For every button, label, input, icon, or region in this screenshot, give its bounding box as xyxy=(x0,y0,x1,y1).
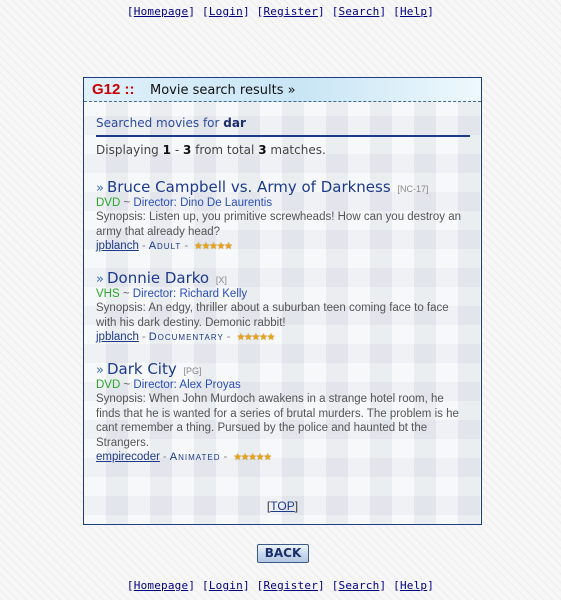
movie-genre: Adult xyxy=(148,240,182,252)
nav-login-link[interactable]: Login xyxy=(209,5,243,18)
nav-homepage-link[interactable]: Homepage xyxy=(134,5,189,18)
count-mid: from total xyxy=(195,143,255,157)
user-link[interactable]: empirecoder xyxy=(96,451,160,463)
director-label: Director: xyxy=(132,288,177,300)
movie-genre: Documentary xyxy=(148,331,224,343)
movie-synopsis: Synopsis: When John Murdoch awakens in a… xyxy=(96,393,459,449)
movie-rating: [X] xyxy=(215,275,227,285)
top-link-wrapper: [TOP] xyxy=(266,499,299,513)
movie-synopsis: Synopsis: Listen up, you primitive screw… xyxy=(96,211,461,238)
movie-item: » Donnie Darko [X] VHS ~ Director: Richar… xyxy=(96,269,471,343)
movie-rating: [NC-17] xyxy=(397,184,429,194)
count-suffix: matches. xyxy=(270,143,326,157)
movie-genre: Animated xyxy=(169,451,221,463)
director-label: Director: xyxy=(133,197,177,209)
movie-director: Alex Proyas xyxy=(179,379,241,391)
bottom-navigation: [Homepage] [Login] [Register] [Search] [… xyxy=(126,579,435,592)
search-label: Searched movies for xyxy=(96,116,220,130)
nav-register-link[interactable]: Register xyxy=(263,5,318,18)
top-navigation: [Homepage] [Login] [Register] [Search] [… xyxy=(126,5,435,18)
back-button[interactable]: BACK xyxy=(257,544,309,563)
movie-title[interactable]: Donnie Darko xyxy=(107,269,209,287)
nav-help-link[interactable]: Help xyxy=(400,579,427,592)
bullet-arrow-icon: » xyxy=(96,363,104,378)
nav-help-link[interactable]: Help xyxy=(400,5,427,18)
top-link[interactable]: TOP xyxy=(270,499,294,513)
movie-format: VHS xyxy=(96,288,120,300)
movie-rating: [PG] xyxy=(183,366,202,376)
director-label: Director: xyxy=(133,379,177,391)
divider xyxy=(96,135,470,137)
results-panel: G12 :: Movie search results » Searched m… xyxy=(83,77,482,525)
count-from: 1 xyxy=(162,143,171,157)
count-to: 3 xyxy=(182,143,192,157)
movie-title[interactable]: Dark City xyxy=(107,360,177,378)
nav-search-link[interactable]: Search xyxy=(339,5,380,18)
movie-title[interactable]: Bruce Campbell vs. Army of Darkness xyxy=(107,178,391,196)
page-title: Movie search results » xyxy=(150,83,296,98)
movie-director: Richard Kelly xyxy=(179,288,248,300)
bullet-arrow-icon: » xyxy=(96,272,104,287)
rating-stars-icon: ★★★★★ xyxy=(236,332,276,343)
movie-format: DVD xyxy=(96,379,121,391)
bullet-arrow-icon: » xyxy=(96,181,104,196)
nav-register-link[interactable]: Register xyxy=(263,579,318,592)
count-total: 3 xyxy=(258,143,267,157)
user-link[interactable]: jpblanch xyxy=(96,240,139,252)
count-prefix: Displaying xyxy=(96,143,159,157)
movie-director: Dino De Laurentis xyxy=(180,197,273,209)
rating-stars-icon: ★★★★★ xyxy=(194,241,233,252)
movie-item: » Dark City [PG] DVD ~ Director: Alex Pro… xyxy=(96,360,471,463)
rating-stars-icon: ★★★★★ xyxy=(233,452,272,463)
panel-header: G12 :: Movie search results » xyxy=(84,78,481,102)
search-summary: Searched movies for dar xyxy=(96,116,246,130)
result-count: Displaying 1 - 3 from total 3 matches. xyxy=(96,143,326,157)
nav-search-link[interactable]: Search xyxy=(339,579,380,592)
search-term: dar xyxy=(223,116,246,130)
nav-login-link[interactable]: Login xyxy=(209,579,243,592)
nav-homepage-link[interactable]: Homepage xyxy=(134,579,189,592)
page-code: G12 :: xyxy=(92,81,135,98)
movie-item: » Bruce Campbell vs. Army of Darkness [NC… xyxy=(96,178,471,252)
movie-synopsis: Synopsis: An edgy, thriller about a subu… xyxy=(96,302,449,329)
count-sep: - xyxy=(174,143,180,157)
movie-format: DVD xyxy=(96,197,121,209)
user-link[interactable]: jpblanch xyxy=(96,331,139,343)
